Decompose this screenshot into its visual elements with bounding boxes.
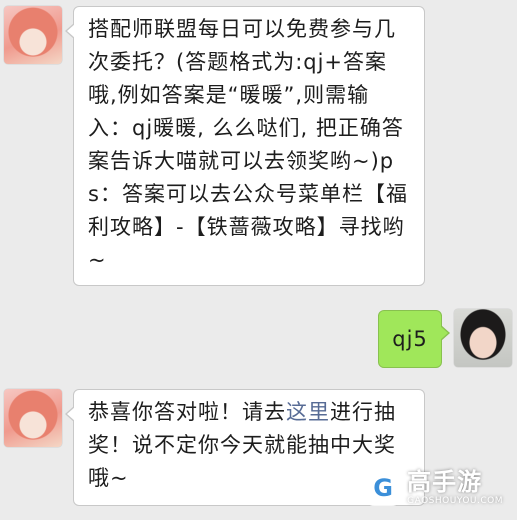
user-avatar[interactable] <box>454 309 512 367</box>
message-text-before: 恭喜你答对啦！请去 <box>88 400 286 424</box>
bot-avatar[interactable] <box>4 6 62 64</box>
message-text: 搭配师联盟每日可以免费参与几次委托？(答题格式为:qj+答案哦,例如答案是“暖暖… <box>88 17 408 272</box>
message-text: qj5 <box>392 326 428 351</box>
incoming-message-bubble[interactable]: 搭配师联盟每日可以免费参与几次委托？(答题格式为:qj+答案哦,例如答案是“暖暖… <box>65 6 425 286</box>
prize-link[interactable]: 这里 <box>286 400 330 424</box>
watermark-name: 高手游 <box>407 468 483 496</box>
outgoing-message-bubble[interactable]: qj5 <box>378 310 450 368</box>
bot-avatar[interactable] <box>4 389 62 447</box>
gaoshouyou-logo-icon: G <box>365 470 402 506</box>
watermark-text: 高手游 GAOSHOUYOU.COM <box>407 470 503 506</box>
watermark: G 高手游 GAOSHOUYOU.COM <box>365 470 503 506</box>
watermark-domain: GAOSHOUYOU.COM <box>407 496 503 506</box>
